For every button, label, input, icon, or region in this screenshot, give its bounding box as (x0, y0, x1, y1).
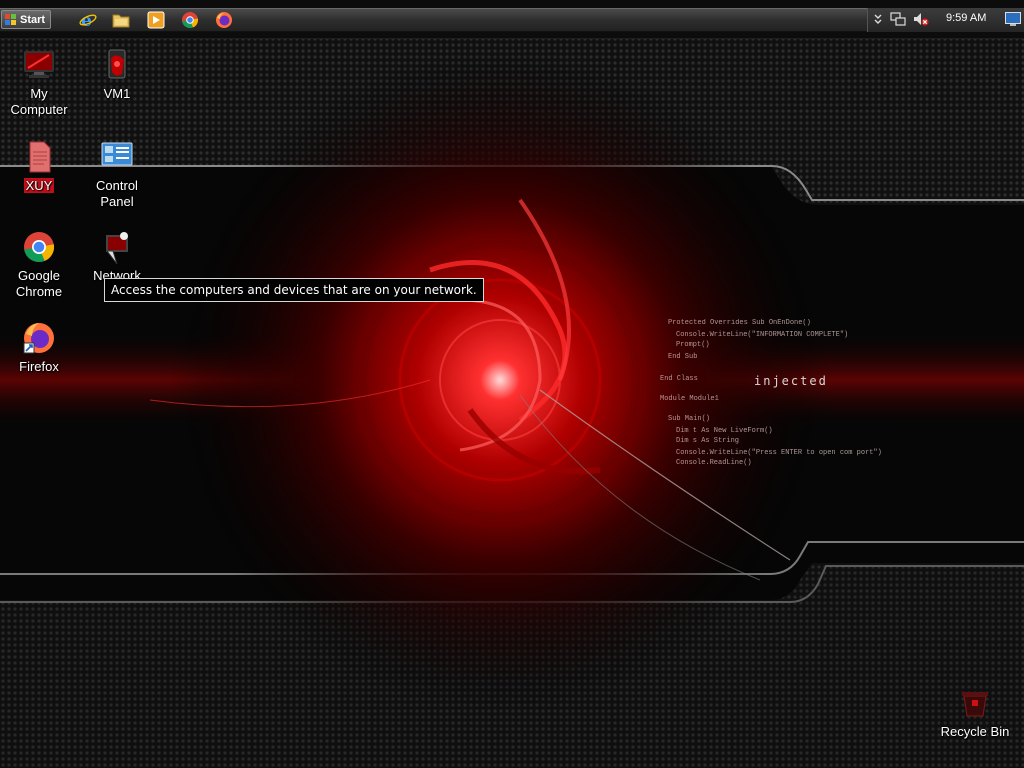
desktop-icon-label: Computer (10, 102, 68, 117)
taskbar: Start e 9:59 AM (0, 0, 1024, 39)
wallpaper-code-line: End Class (660, 375, 698, 383)
desktop-icon-label: My (30, 86, 48, 101)
wallpaper-code-line: End Sub (668, 353, 697, 361)
computer-icon (22, 48, 56, 82)
desktop-icon-google-chrome[interactable]: Google Chrome (0, 230, 78, 300)
media-player-icon[interactable] (145, 9, 167, 31)
desktop-icon-control-panel[interactable]: Control Panel (78, 140, 156, 210)
firefox-icon[interactable] (213, 9, 235, 31)
wallpaper-injected-text: injected (754, 374, 828, 388)
chrome-icon (22, 230, 56, 264)
system-tray: 9:59 AM (867, 8, 1024, 32)
desktop-icon-network[interactable]: Network (78, 230, 156, 284)
wallpaper-code-line: Prompt() (676, 341, 710, 349)
desktop-icon-label: Recycle Bin (940, 724, 1010, 739)
chrome-icon[interactable] (179, 9, 201, 31)
desktop-icon-label: Firefox (19, 359, 59, 374)
firefox-icon (22, 321, 56, 355)
volume-muted-icon[interactable] (913, 12, 929, 31)
network-icon (100, 230, 134, 265)
desktop-icon-label: Control (96, 178, 138, 193)
wallpaper-code-line: Sub Main() (668, 415, 710, 423)
network-tooltip: Access the computers and devices that ar… (104, 278, 484, 302)
network-icon[interactable] (890, 12, 906, 31)
internet-explorer-icon[interactable]: e (77, 9, 99, 31)
taskbar-strip: Start e 9:59 AM (0, 8, 1024, 32)
control-panel-icon (100, 140, 134, 174)
wallpaper-code-line: Console.WriteLine("Press ENTER to open c… (676, 449, 882, 457)
desktop-icon-label: Chrome (15, 284, 63, 299)
desktop-icon-recycle-bin[interactable]: Recycle Bin (935, 686, 1015, 740)
desktop-icon-label: Google (18, 268, 60, 283)
desktop-icon-label: VM1 (103, 86, 131, 101)
wallpaper-code-line: Protected Overrides Sub OnEnDone() (668, 319, 811, 327)
wallpaper-code-line: Dim t As New LiveForm() (676, 427, 773, 435)
desktop-wallpaper: Protected Overrides Sub OnEnDone() Consol… (0, 0, 1024, 768)
wallpaper-code-line: Dim s As String (676, 437, 739, 445)
recycle-bin-icon (958, 686, 992, 720)
vm-icon (100, 48, 134, 82)
desktop-icon-vm1[interactable]: VM1 (78, 48, 156, 102)
desktop-icon-my-computer[interactable]: My Computer (0, 48, 78, 118)
file-explorer-icon[interactable] (110, 9, 132, 31)
start-button[interactable]: Start (1, 10, 51, 29)
start-label: Start (20, 13, 46, 26)
clock[interactable]: 9:59 AM (946, 12, 986, 24)
show-hidden-icons-icon[interactable] (873, 11, 883, 30)
desktop-icon-firefox[interactable]: Firefox (0, 321, 78, 375)
desktop-icon-label: Panel (100, 194, 134, 209)
windows-logo-icon (5, 13, 17, 26)
document-icon (22, 140, 56, 174)
desktop-icon-label: XUY (23, 178, 55, 193)
desktop-icon-xuy[interactable]: XUY (0, 140, 78, 194)
wallpaper-code-line: Console.ReadLine() (676, 459, 752, 467)
wallpaper-code-line: Module Module1 (660, 395, 719, 403)
show-desktop-icon[interactable] (1005, 11, 1021, 30)
wallpaper-code-line: Console.WriteLine("INFORMATION COMPLETE"… (676, 331, 848, 339)
